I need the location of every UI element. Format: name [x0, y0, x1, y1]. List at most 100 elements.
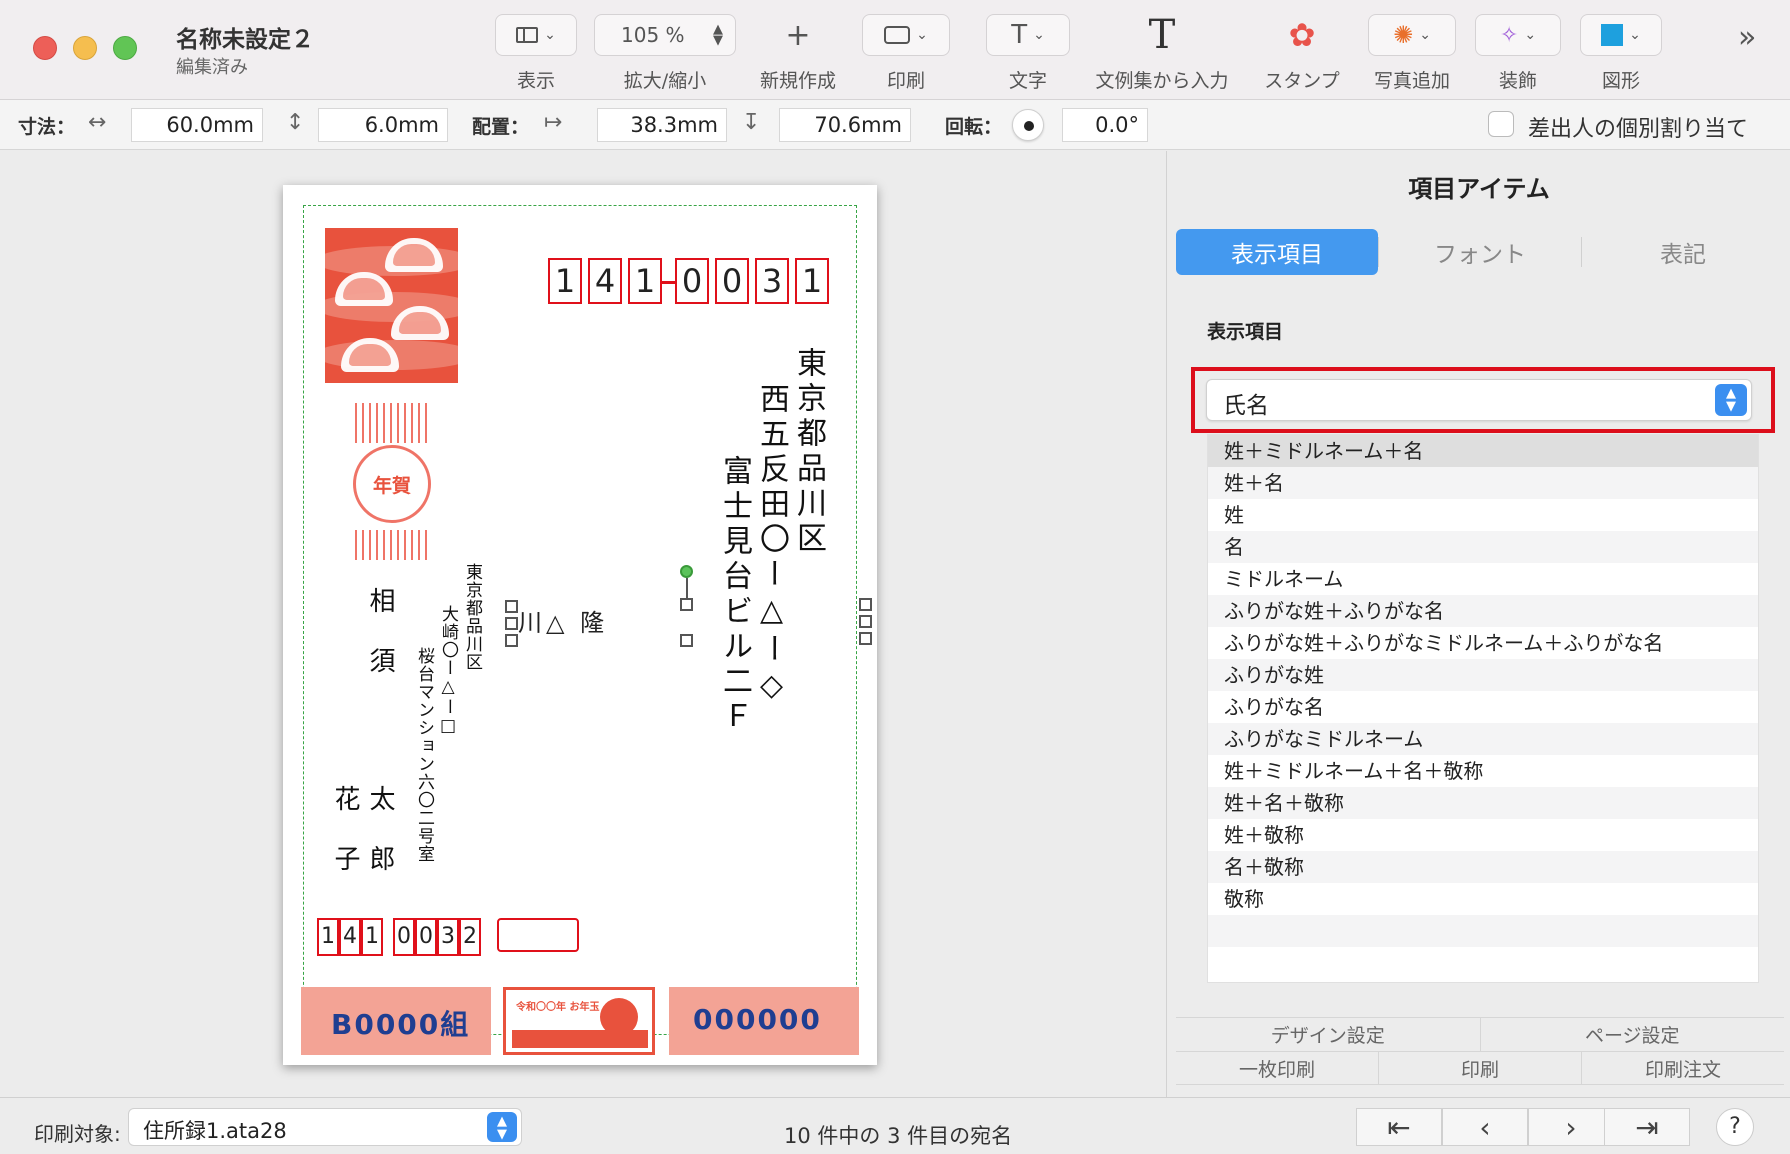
close-window-button[interactable] — [33, 36, 57, 60]
new-label: 新規作成 — [759, 70, 836, 92]
chevron-down-icon: ⌄ — [1419, 27, 1431, 43]
list-item[interactable]: ふりがな姓＋ふりがな名 — [1208, 595, 1758, 627]
print-tool[interactable]: ⌄ 印刷 — [862, 14, 950, 93]
resize-handle[interactable] — [859, 632, 872, 645]
text-button[interactable]: T ⌄ — [986, 14, 1070, 56]
list-item-empty — [1208, 947, 1758, 979]
photos-icon: ✺ — [1393, 21, 1414, 49]
sender-zip-digit: 0 — [393, 918, 415, 956]
individual-sender-checkbox[interactable] — [1488, 111, 1514, 137]
resize-handle[interactable] — [505, 634, 518, 647]
resize-handle[interactable] — [859, 598, 872, 611]
resize-handle[interactable] — [859, 615, 872, 628]
minimize-window-button[interactable] — [73, 36, 97, 60]
list-item[interactable]: ふりがな名 — [1208, 691, 1758, 723]
photo-tool[interactable]: ✺ ⌄ 写真追加 — [1368, 14, 1456, 93]
recipient-address-line1[interactable]: 東京都品川区 — [790, 347, 827, 557]
sender-address-line3[interactable]: 桜台マンション六〇二号室 — [413, 647, 435, 863]
x-field[interactable]: 38.3mm — [597, 108, 727, 142]
resize-handle[interactable] — [505, 600, 518, 613]
lottery-group: B0000組 — [331, 1008, 471, 1041]
tab-notation[interactable]: 表記 — [1582, 229, 1784, 275]
field-select[interactable]: 氏名 ▲ ▼ — [1206, 379, 1752, 421]
help-icon[interactable]: ? — [1716, 1108, 1754, 1146]
chevron-down-icon: ⌄ — [544, 27, 556, 43]
template-text-tool[interactable]: T 文例集から入力 — [1090, 12, 1234, 93]
y-field[interactable]: 70.6mm — [779, 108, 911, 142]
list-item[interactable]: 名＋敬称 — [1208, 851, 1758, 883]
rotation-field[interactable]: 0.0° — [1062, 108, 1148, 142]
sender-given-name-1[interactable]: 太郎 — [363, 785, 397, 905]
chevron-down-icon: ⌄ — [1629, 27, 1641, 43]
list-item[interactable]: 姓＋敬称 — [1208, 819, 1758, 851]
list-item[interactable]: 姓 — [1208, 499, 1758, 531]
list-item[interactable]: 姓＋ミドルネーム＋名＋敬称 — [1208, 755, 1758, 787]
resize-handle[interactable] — [680, 598, 693, 611]
view-button[interactable]: ⌄ — [495, 14, 577, 56]
template-text-icon[interactable]: T — [1149, 12, 1176, 58]
first-record-icon[interactable]: ⇤ — [1356, 1108, 1442, 1146]
recipient-zip-digit: 0 — [675, 258, 709, 304]
plus-icon[interactable]: + — [785, 14, 810, 56]
shape-button[interactable]: ⌄ — [1580, 14, 1662, 56]
width-field[interactable]: 60.0mm — [131, 108, 263, 142]
list-item[interactable]: 名 — [1208, 531, 1758, 563]
recipient-address-line3[interactable]: 富士見台ビル二Ｆ — [716, 455, 753, 735]
print-target-select[interactable]: 住所録1.ata28 ▲ ▼ — [128, 1108, 522, 1146]
height-field[interactable]: 6.0mm — [318, 108, 448, 142]
rotation-dial[interactable] — [1012, 109, 1044, 141]
panel-tabs: 表示項目 フォント 表記 — [1176, 229, 1784, 275]
resize-handle[interactable] — [680, 634, 693, 647]
text-tool[interactable]: T ⌄ 文字 — [986, 14, 1070, 93]
updown-arrows-icon: ▲ ▼ — [1715, 384, 1747, 416]
flower-stamp-icon[interactable]: ✿ — [1289, 14, 1316, 56]
view-tool[interactable]: ⌄ 表示 — [495, 14, 577, 93]
decoration-button[interactable]: ✧ ⌄ — [1475, 14, 1561, 56]
list-item[interactable]: 姓＋名＋敬称 — [1208, 787, 1758, 819]
tab-font[interactable]: フォント — [1379, 229, 1581, 275]
chevron-down-icon: ⌄ — [1524, 27, 1537, 43]
stamp-tool[interactable]: ✿ スタンプ — [1260, 14, 1344, 93]
next-record-icon[interactable]: › — [1528, 1108, 1614, 1146]
decoration-label: 装飾 — [1498, 70, 1537, 92]
square-shape-icon — [1601, 24, 1624, 46]
photo-button[interactable]: ✺ ⌄ — [1368, 14, 1456, 56]
print-button[interactable]: ⌄ — [862, 14, 950, 56]
sender-given-name-2[interactable]: 花子 — [328, 785, 362, 905]
decoration-tool[interactable]: ✧ ⌄ 装飾 — [1475, 14, 1561, 93]
print-order-button[interactable]: 印刷注文 — [1581, 1052, 1784, 1084]
section-label: 表示項目 — [1207, 321, 1284, 343]
stamp-label: スタンプ — [1264, 70, 1340, 92]
zoom-tool[interactable]: 105 % ▲ ▼ 拡大/縮小 — [594, 14, 736, 93]
sender-address-line2[interactable]: 大崎〇ー△ー□ — [437, 605, 459, 737]
resize-handle[interactable] — [505, 617, 518, 630]
list-item[interactable]: 敬称 — [1208, 883, 1758, 915]
last-record-icon[interactable]: ⇥ — [1604, 1108, 1690, 1146]
list-item[interactable]: 姓＋ミドルネーム＋名 — [1208, 435, 1758, 467]
list-item[interactable]: ふりがなミドルネーム — [1208, 723, 1758, 755]
rotation-handle[interactable] — [680, 565, 693, 578]
design-settings-button[interactable]: デザイン設定 — [1176, 1018, 1480, 1051]
shape-tool[interactable]: ⌄ 図形 — [1580, 14, 1662, 93]
individual-sender-label: 差出人の個別割り当て — [1528, 117, 1749, 142]
print-button-panel[interactable]: 印刷 — [1378, 1052, 1581, 1084]
sender-address-line1[interactable]: 東京都品川区 — [461, 563, 483, 671]
tab-display-items[interactable]: 表示項目 — [1176, 229, 1378, 275]
sender-surname[interactable]: 相須 — [363, 587, 397, 707]
single-print-button[interactable]: 一枚印刷 — [1176, 1052, 1378, 1084]
previous-record-icon[interactable]: ‹ — [1442, 1108, 1528, 1146]
list-item[interactable]: ふりがな姓 — [1208, 659, 1758, 691]
recipient-zip-digit: 1 — [628, 258, 662, 304]
zoom-stepper[interactable]: 105 % ▲ ▼ — [594, 14, 736, 56]
new-tool[interactable]: + 新規作成 — [756, 14, 840, 93]
page-settings-button[interactable]: ページ設定 — [1479, 1018, 1785, 1051]
recipient-address-line2[interactable]: 西五反田〇ー△ー◇ — [753, 383, 790, 708]
recipient-name-field[interactable]: 川△ 隆 — [518, 603, 608, 638]
sender-zip-digit: 3 — [437, 918, 459, 956]
list-item[interactable]: ふりがな姓＋ふりがなミドルネーム＋ふりがな名 — [1208, 627, 1758, 659]
more-toolbar-icon[interactable]: » — [1738, 20, 1756, 55]
list-item[interactable]: ミドルネーム — [1208, 563, 1758, 595]
list-item[interactable]: 姓＋名 — [1208, 467, 1758, 499]
zoom-window-button[interactable] — [113, 36, 137, 60]
postage-stamp-image — [325, 228, 458, 383]
